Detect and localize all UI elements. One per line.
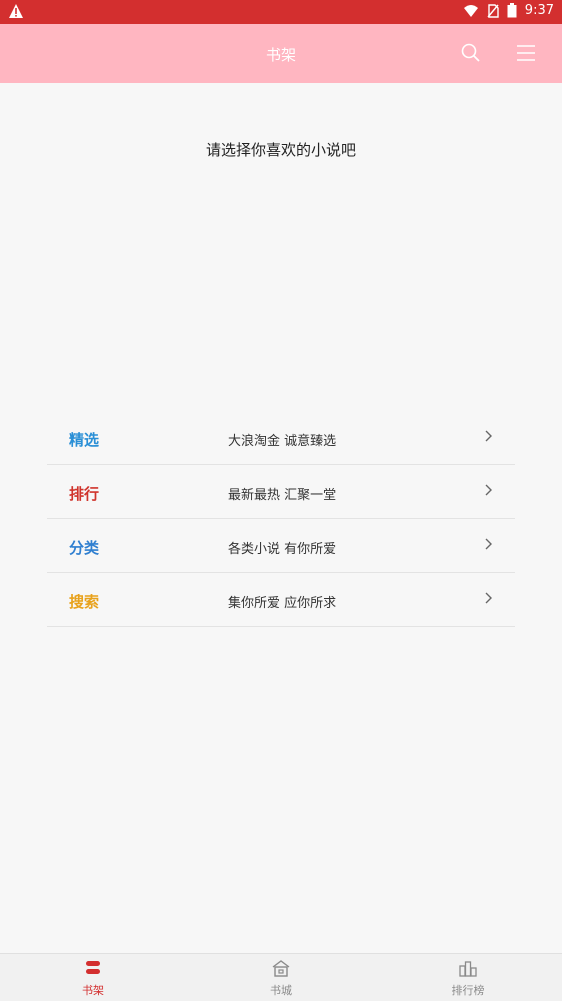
menu-item-title: 分类 [69, 539, 100, 557]
hamburger-menu-icon[interactable] [515, 42, 537, 64]
menu-list: 精选 大浪淘金 诚意臻选 排行 最新最热 汇聚一堂 分类 各类小说 有你所爱 搜… [47, 411, 515, 627]
menu-item-subtitle: 最新最热 汇聚一堂 [228, 488, 337, 503]
search-icon[interactable] [460, 42, 482, 64]
status-right: 9:37 [463, 3, 554, 18]
nav-label: 书架 [82, 984, 104, 997]
bookshelf-icon [86, 961, 100, 974]
chevron-right-icon [485, 430, 492, 442]
menu-item-category[interactable]: 分类 各类小说 有你所爱 [47, 519, 515, 573]
menu-item-featured[interactable]: 精选 大浪淘金 诚意臻选 [47, 411, 515, 465]
menu-item-search[interactable]: 搜索 集你所爱 应你所求 [47, 573, 515, 627]
nav-bookstore[interactable]: 书城 [241, 958, 321, 998]
chevron-right-icon [485, 592, 492, 604]
wifi-icon [463, 4, 478, 17]
menu-item-subtitle: 大浪淘金 诚意臻选 [228, 434, 337, 449]
status-bar: 9:37 [0, 0, 562, 24]
chevron-right-icon [485, 484, 492, 496]
nav-label: 书城 [270, 984, 292, 997]
empty-shelf-prompt: 请选择你喜欢的小说吧 [205, 141, 356, 159]
no-sim-icon [487, 3, 499, 18]
menu-item-title: 搜索 [69, 593, 100, 611]
chevron-right-icon [485, 538, 492, 550]
battery-icon [507, 3, 517, 18]
status-time: 9:37 [524, 3, 554, 18]
menu-item-title: 精选 [69, 431, 100, 449]
nav-bookshelf[interactable]: 书架 [53, 958, 133, 998]
warning-icon [9, 4, 23, 18]
menu-item-subtitle: 各类小说 有你所爱 [228, 542, 337, 557]
menu-item-ranking[interactable]: 排行 最新最热 汇聚一堂 [47, 465, 515, 519]
menu-item-title: 排行 [69, 485, 100, 503]
nav-ranking[interactable]: 排行榜 [428, 958, 508, 998]
bottom-nav: 书架 书城 排行榜 [0, 953, 562, 1001]
menu-item-subtitle: 集你所爱 应你所求 [228, 596, 337, 611]
status-left [8, 3, 24, 23]
nav-label: 排行榜 [451, 984, 485, 997]
ranking-icon [459, 961, 477, 977]
app-bar: 书架 [0, 24, 562, 83]
bookstore-icon [272, 960, 290, 977]
